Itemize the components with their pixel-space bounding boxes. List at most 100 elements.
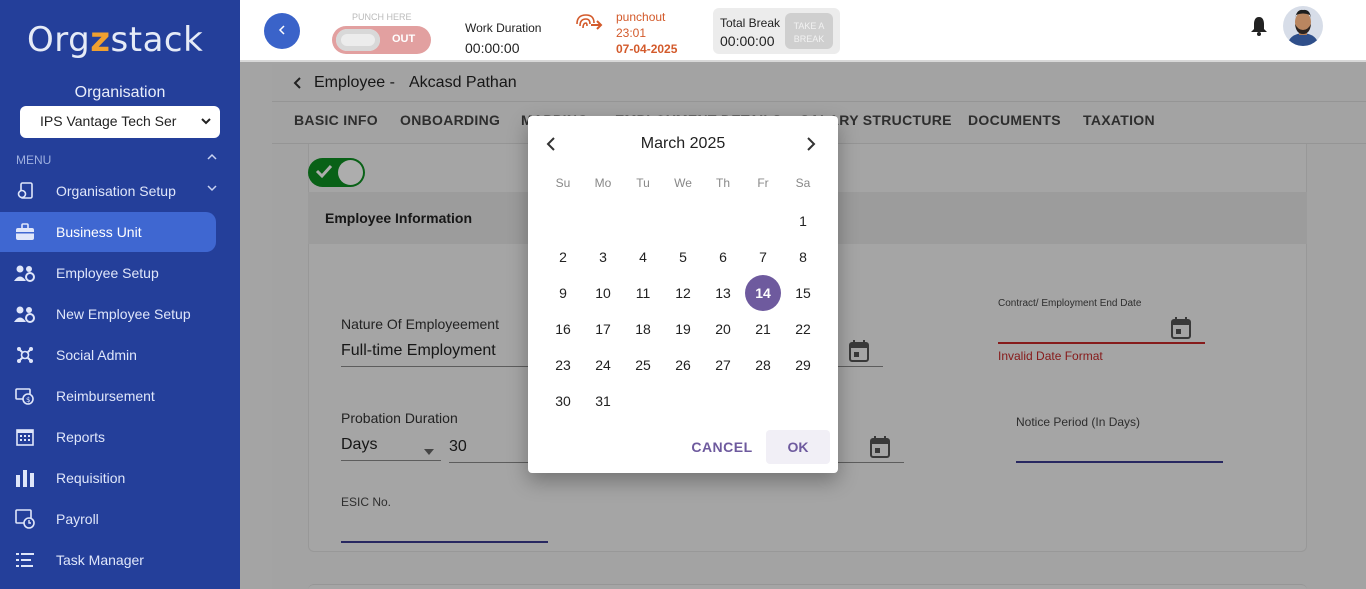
top-header: PUNCH HERE OUT Work Duration 00:00:00 pu… — [240, 0, 1366, 62]
fingerprint-arrow-icon — [574, 12, 604, 41]
toggle-knob — [336, 29, 380, 51]
people-gear-icon — [0, 264, 56, 282]
weekday-header: Tu — [636, 176, 650, 190]
sidebar-item-reimbursement[interactable]: $ Reimbursement — [0, 376, 216, 416]
app-logo[interactable]: Orgzstack — [27, 20, 203, 60]
month-title[interactable]: March 2025 — [528, 135, 838, 153]
calendar-day[interactable]: 17 — [585, 311, 621, 347]
bell-icon[interactable] — [1250, 16, 1268, 41]
sidebar-item-label: Requisition — [56, 470, 126, 486]
next-month-button[interactable] — [804, 134, 818, 159]
calendar-day[interactable]: 15 — [785, 275, 821, 311]
sidebar-item-label: Reports — [56, 429, 106, 445]
sidebar-item-reports[interactable]: Reports — [0, 417, 216, 457]
punch-state: OUT — [392, 33, 416, 45]
bar-chart-icon — [0, 469, 56, 487]
organisation-select[interactable]: IPS Vantage Tech Ser — [20, 106, 220, 138]
sidebar-item-label: Organisation Setup — [56, 183, 176, 199]
date-picker-dialog: March 2025 Su Mo Tu We Th Fr Sa 1 2 3 4 5 6 7 8 9 10 11 1… — [528, 116, 838, 473]
sidebar-item-label: Social Admin — [56, 347, 137, 363]
calendar-day[interactable]: 2 — [545, 239, 581, 275]
calendar-day[interactable]: 31 — [585, 383, 621, 419]
sidebar-item-label: Reimbursement — [56, 388, 155, 404]
weekday-header: Mo — [594, 176, 612, 190]
calendar-day[interactable]: 5 — [665, 239, 701, 275]
list-icon — [0, 552, 56, 568]
punch-status: punchout — [616, 10, 666, 24]
network-icon — [0, 346, 56, 364]
people-gear-icon — [0, 305, 56, 323]
calendar-day[interactable]: 12 — [665, 275, 701, 311]
calendar-day[interactable]: 3 — [585, 239, 621, 275]
organisation-select-value: IPS Vantage Tech Ser — [40, 113, 177, 129]
calendar-day[interactable]: 21 — [745, 311, 781, 347]
calendar-day[interactable]: 19 — [665, 311, 701, 347]
calendar-day[interactable]: 11 — [625, 275, 661, 311]
collapse-sidebar-button[interactable] — [264, 13, 300, 49]
calendar-day[interactable]: 10 — [585, 275, 621, 311]
ok-button[interactable]: OK — [766, 430, 830, 464]
calendar-day[interactable]: 7 — [745, 239, 781, 275]
svg-text:$: $ — [26, 396, 30, 404]
punch-toggle[interactable]: OUT — [332, 26, 431, 54]
total-break-value: 00:00:00 — [720, 33, 775, 49]
calendar-day[interactable]: 4 — [625, 239, 661, 275]
calendar-day[interactable]: 8 — [785, 239, 821, 275]
calendar-day[interactable]: 27 — [705, 347, 741, 383]
sidebar-item-employee-setup[interactable]: Employee Setup — [0, 253, 216, 293]
menu-label: MENU — [16, 153, 52, 167]
sidebar-item-business-unit[interactable]: Business Unit — [0, 212, 216, 252]
calendar-day[interactable]: 16 — [545, 311, 581, 347]
user-avatar[interactable] — [1283, 6, 1323, 46]
calendar-day[interactable]: 30 — [545, 383, 581, 419]
calendar-day[interactable]: 29 — [785, 347, 821, 383]
take-a-break-button[interactable]: TAKE A BREAK — [785, 13, 833, 49]
money-cycle-icon: $ — [0, 387, 56, 405]
settings-doc-icon — [0, 182, 56, 200]
sidebar-item-payroll[interactable]: Payroll — [0, 499, 216, 539]
weekday-header: Th — [715, 176, 730, 190]
sidebar-item-organisation-setup[interactable]: Organisation Setup — [0, 171, 218, 211]
calendar-day[interactable]: 9 — [545, 275, 581, 311]
work-duration-title: Work Duration — [465, 21, 542, 35]
sidebar-item-label: Business Unit — [56, 224, 142, 240]
work-duration-value: 00:00:00 — [465, 40, 520, 56]
organisation-label: Organisation — [74, 84, 166, 101]
chevron-down-icon — [206, 183, 218, 196]
calendar-day[interactable]: 20 — [705, 311, 741, 347]
sidebar-item-new-employee-setup[interactable]: New Employee Setup — [0, 294, 216, 334]
calendar-day[interactable]: 18 — [625, 311, 661, 347]
weekday-header: Su — [555, 176, 571, 190]
calendar-day[interactable]: 26 — [665, 347, 701, 383]
calendar-day[interactable]: 22 — [785, 311, 821, 347]
chevron-down-icon — [200, 112, 212, 133]
total-break-title: Total Break — [720, 16, 781, 30]
grid-calendar-icon — [0, 428, 56, 446]
sidebar-item-requisition[interactable]: Requisition — [0, 458, 216, 498]
briefcase-icon — [0, 223, 56, 241]
calendar-day[interactable]: 1 — [785, 203, 821, 239]
calendar-day[interactable]: 23 — [545, 347, 581, 383]
payroll-icon — [0, 509, 56, 529]
sidebar: Orgzstack Organisation IPS Vantage Tech … — [0, 0, 240, 589]
chevron-up-icon[interactable] — [206, 151, 218, 165]
calendar-day[interactable]: 25 — [625, 347, 661, 383]
sidebar-item-label: Payroll — [56, 511, 99, 527]
sidebar-item-label: New Employee Setup — [56, 306, 191, 322]
punch-date: 07-04-2025 — [616, 42, 678, 56]
chevron-left-icon — [277, 23, 287, 39]
weekday-header: Fr — [757, 176, 769, 190]
calendar-day[interactable]: 28 — [745, 347, 781, 383]
punch-time: 23:01 — [616, 26, 647, 40]
calendar-day[interactable]: 6 — [705, 239, 741, 275]
sidebar-item-label: Employee Setup — [56, 265, 159, 281]
weekday-header: We — [674, 176, 692, 190]
cancel-button[interactable]: CANCEL — [684, 430, 760, 464]
weekday-header: Sa — [795, 176, 811, 190]
calendar-day[interactable]: 13 — [705, 275, 741, 311]
sidebar-item-label: Task Manager — [56, 552, 144, 568]
calendar-day-selected[interactable]: 14 — [745, 275, 781, 311]
calendar-day[interactable]: 24 — [585, 347, 621, 383]
sidebar-item-task-manager[interactable]: Task Manager — [0, 540, 216, 580]
sidebar-item-social-admin[interactable]: Social Admin — [0, 335, 216, 375]
